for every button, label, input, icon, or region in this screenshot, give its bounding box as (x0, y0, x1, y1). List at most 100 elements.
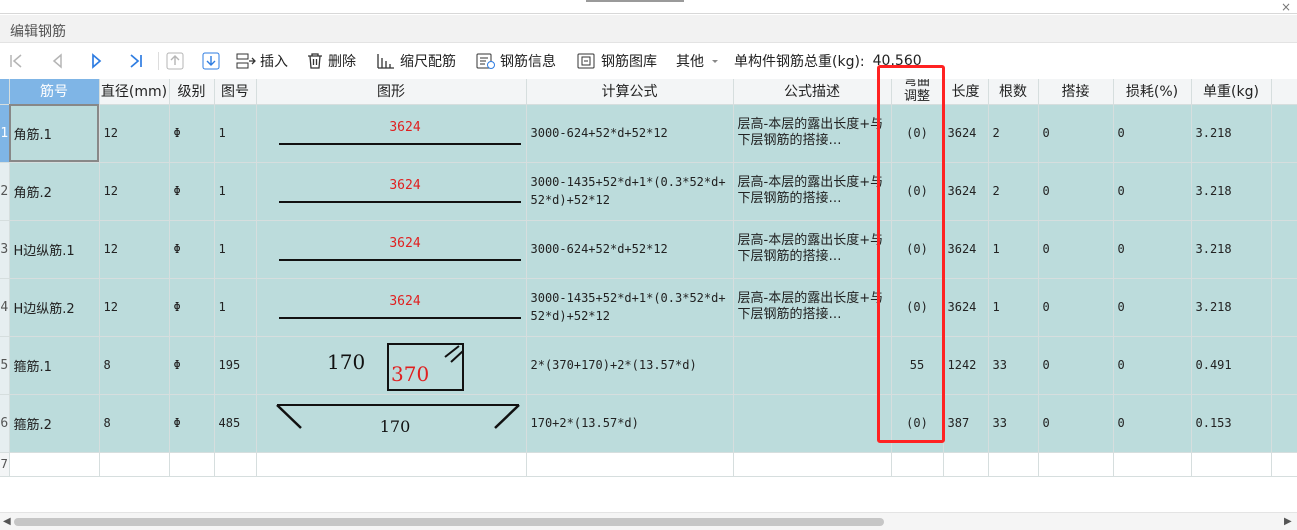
cell-num[interactable]: H边纵筋.1 (9, 220, 100, 279)
col-header-lap[interactable]: 搭接 (1038, 79, 1114, 105)
delete-button[interactable]: 删除 (306, 44, 356, 78)
col-header-num[interactable]: 筋号 (9, 79, 100, 105)
cell-unit-weight[interactable]: 3.218 (1191, 220, 1272, 279)
table-row[interactable]: 1 角筋.1 12 Φ 1 3624 3000-624+52*d+52*12 层… (0, 104, 1297, 163)
col-header-formula[interactable]: 计算公式 (526, 79, 734, 105)
cell-formula[interactable]: 3000-624+52*d+52*12 (526, 220, 734, 279)
cell-unit-weight[interactable]: 3.218 (1191, 162, 1272, 221)
cell-loss[interactable]: 0 (1113, 162, 1192, 221)
table-row[interactable]: 4 H边纵筋.2 12 Φ 1 3624 3000-1435+52*d+1*(0… (0, 278, 1297, 337)
cell-num[interactable]: 角筋.2 (9, 162, 100, 221)
cell-shape[interactable]: 170 (256, 394, 527, 453)
scale-rebar-button[interactable]: 缩尺配筋 (376, 44, 456, 78)
cell-lap[interactable]: 0 (1038, 394, 1114, 453)
empty-cell[interactable] (256, 452, 527, 477)
cell-loss[interactable]: 0 (1113, 220, 1192, 279)
cell-shape[interactable]: 3624 (256, 220, 527, 279)
cell-length[interactable]: 3624 (943, 104, 989, 163)
empty-cell[interactable] (526, 452, 734, 477)
scroll-right-icon[interactable]: ▶ (1284, 516, 1294, 528)
cell-loss[interactable]: 0 (1113, 336, 1192, 395)
cell-shape[interactable]: 3624 (256, 162, 527, 221)
cell-shape-no[interactable]: 1 (214, 162, 257, 221)
row-number[interactable]: 1 (0, 104, 10, 163)
cell-lap[interactable]: 0 (1038, 336, 1114, 395)
cell-unit-weight[interactable]: 0.491 (1191, 336, 1272, 395)
table-row[interactable]: 6 箍筋.2 8 Φ 485 170 170+2*(13.57*d) (0) 3… (0, 394, 1297, 453)
cell-count[interactable]: 33 (988, 394, 1039, 453)
cell-shape-no[interactable]: 1 (214, 278, 257, 337)
scroll-left-icon[interactable]: ◀ (3, 516, 13, 528)
cell-length[interactable]: 3624 (943, 220, 989, 279)
empty-cell[interactable] (1191, 452, 1272, 477)
col-header-length[interactable]: 长度 (943, 79, 989, 105)
empty-cell[interactable] (9, 452, 100, 477)
cell-unit-weight[interactable]: 3.218 (1191, 278, 1272, 337)
cell-desc[interactable]: 层高-本层的露出长度+与下层钢筋的搭接… (733, 104, 892, 163)
cell-bend[interactable]: (0) (891, 162, 944, 221)
cell-grade[interactable]: Φ (169, 220, 215, 279)
col-header-unit-weight[interactable]: 单重(kg) (1191, 79, 1272, 105)
cell-diameter[interactable]: 8 (99, 336, 170, 395)
cell-formula[interactable]: 3000-1435+52*d+1*(0.3*52*d+52*d)+52*12 (526, 278, 734, 337)
empty-cell[interactable] (988, 452, 1039, 477)
empty-row[interactable]: 7 (0, 452, 1297, 477)
cell-diameter[interactable]: 8 (99, 394, 170, 453)
cell-loss[interactable]: 0 (1113, 104, 1192, 163)
cell-formula[interactable]: 3000-624+52*d+52*12 (526, 104, 734, 163)
table-row[interactable]: 5 箍筋.1 8 Φ 195 170 370 2*(370+170)+2*(13… (0, 336, 1297, 395)
cell-unit-weight[interactable]: 0.153 (1191, 394, 1272, 453)
insert-button[interactable]: 插入 (236, 44, 288, 78)
cell-count[interactable]: 2 (988, 104, 1039, 163)
cell-shape-no[interactable]: 485 (214, 394, 257, 453)
rebar-library-button[interactable]: 钢筋图库 (577, 44, 657, 78)
scrollbar-thumb[interactable] (14, 518, 884, 526)
cell-lap[interactable]: 0 (1038, 162, 1114, 221)
cell-num[interactable]: 箍筋.1 (9, 336, 100, 395)
cell-unit-weight[interactable]: 3.218 (1191, 104, 1272, 163)
col-header-shape[interactable]: 图形 (256, 79, 527, 105)
empty-cell[interactable] (943, 452, 989, 477)
cell-desc[interactable] (733, 394, 892, 453)
prev-record-icon[interactable] (50, 44, 66, 78)
cell-bend[interactable]: (0) (891, 394, 944, 453)
cell-desc[interactable]: 层高-本层的露出长度+与下层钢筋的搭接… (733, 278, 892, 337)
col-header-bend[interactable]: 弯曲调整 (891, 79, 944, 105)
row-number[interactable]: 3 (0, 220, 10, 279)
cell-length[interactable]: 387 (943, 394, 989, 453)
move-down-icon[interactable] (202, 44, 220, 78)
cell-loss[interactable]: 0 (1113, 394, 1192, 453)
cell-diameter[interactable]: 12 (99, 278, 170, 337)
cell-bend[interactable]: (0) (891, 278, 944, 337)
cell-diameter[interactable]: 12 (99, 162, 170, 221)
col-header-grade[interactable]: 级别 (169, 79, 215, 105)
row-number[interactable]: 5 (0, 336, 10, 395)
cell-grade[interactable]: Φ (169, 394, 215, 453)
cell-shape-no[interactable]: 1 (214, 220, 257, 279)
row-number[interactable]: 2 (0, 162, 10, 221)
last-record-icon[interactable] (128, 44, 144, 78)
cell-num[interactable]: H边纵筋.2 (9, 278, 100, 337)
cell-formula[interactable]: 170+2*(13.57*d) (526, 394, 734, 453)
empty-cell[interactable] (1038, 452, 1114, 477)
cell-count[interactable]: 1 (988, 278, 1039, 337)
table-row[interactable]: 2 角筋.2 12 Φ 1 3624 3000-1435+52*d+1*(0.3… (0, 162, 1297, 221)
cell-lap[interactable]: 0 (1038, 278, 1114, 337)
empty-cell[interactable] (99, 452, 170, 477)
cell-shape-no[interactable]: 1 (214, 104, 257, 163)
cell-loss[interactable]: 0 (1113, 278, 1192, 337)
empty-cell[interactable] (169, 452, 215, 477)
next-record-icon[interactable] (88, 44, 104, 78)
cell-length[interactable]: 3624 (943, 162, 989, 221)
cell-lap[interactable]: 0 (1038, 104, 1114, 163)
move-up-icon[interactable] (166, 44, 184, 78)
cell-grade[interactable]: Φ (169, 162, 215, 221)
cell-diameter[interactable]: 12 (99, 104, 170, 163)
col-header-loss[interactable]: 损耗(%) (1113, 79, 1192, 105)
cell-grade[interactable]: Φ (169, 104, 215, 163)
cell-count[interactable]: 33 (988, 336, 1039, 395)
row-number[interactable]: 6 (0, 394, 10, 453)
col-header-desc[interactable]: 公式描述 (733, 79, 892, 105)
empty-cell[interactable] (1113, 452, 1192, 477)
empty-cell[interactable] (891, 452, 944, 477)
